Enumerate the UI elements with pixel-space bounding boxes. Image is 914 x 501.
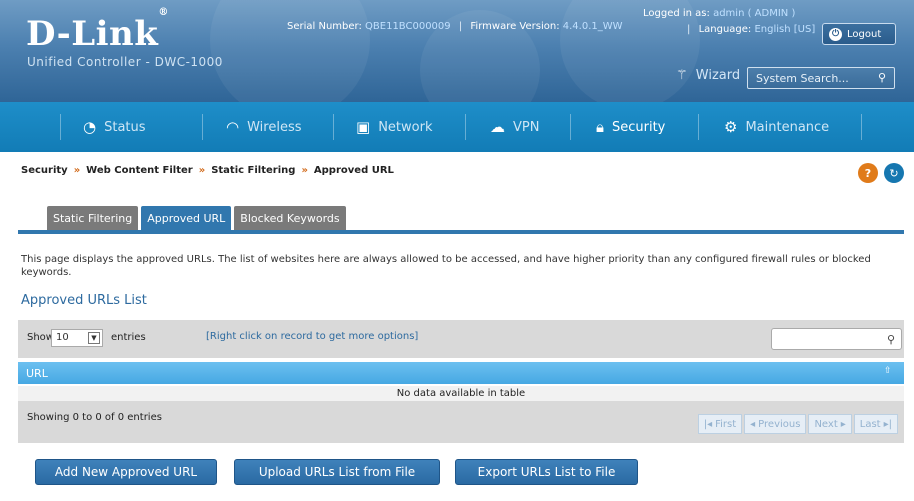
context-hint: [Right click on record to get more optio…: [206, 331, 419, 342]
power-icon: ⏻: [829, 27, 842, 41]
help-icon[interactable]: ?: [858, 163, 878, 183]
first-label: First: [715, 418, 737, 430]
lock-icon: 🔒︎: [596, 118, 604, 136]
first-page-button[interactable]: |◂ First: [697, 414, 743, 434]
header: D-Link® Unified Controller - DWC-1000 Se…: [0, 0, 914, 102]
chevron-down-icon: ▼: [88, 332, 100, 344]
language-info: | Language: English [US]: [687, 24, 816, 35]
table-footer: Showing 0 to 0 of 0 entries |◂ First ◂ Pre…: [18, 401, 904, 443]
nav-network[interactable]: ▣ Network: [356, 102, 432, 152]
section-title: Approved URLs List: [21, 293, 147, 308]
serial-value: QBE11BC000009: [365, 21, 451, 32]
add-approved-url-button[interactable]: Add New Approved URL: [35, 459, 217, 485]
wand-icon: ⚚: [676, 68, 688, 83]
breadcrumb-item[interactable]: Web Content Filter: [86, 165, 193, 176]
showing-info: Showing 0 to 0 of 0 entries: [27, 412, 162, 423]
tab-static-filtering[interactable]: Static Filtering: [47, 206, 139, 230]
logout-label: Logout: [847, 28, 882, 40]
device-info: Serial Number: QBE11BC000009 | Firmware …: [287, 21, 623, 32]
breadcrumb: Security» Web Content Filter» Static Filte…: [21, 165, 394, 176]
nav-status-label: Status: [104, 119, 146, 135]
breadcrumb-item[interactable]: Security: [21, 165, 68, 176]
show-label: Show: [27, 332, 54, 343]
logged-user: admin ( ADMIN ): [713, 8, 796, 19]
search-icon: ⚲: [886, 333, 895, 346]
next-label: Next: [814, 418, 838, 430]
nav-divider: [861, 114, 862, 140]
nav-wireless-label: Wireless: [247, 119, 302, 135]
monitor-icon: ▣: [356, 118, 371, 136]
breadcrumb-current: Approved URL: [313, 165, 394, 176]
dashboard-icon: ◔: [83, 118, 97, 136]
firmware-value: 4.4.0.1_WW: [562, 21, 623, 32]
tab-bar: Static Filtering Approved URL Blocked Ke…: [47, 206, 346, 230]
upload-urls-button[interactable]: Upload URLs List from File: [234, 459, 440, 485]
empty-table-row: No data available in table: [18, 386, 904, 402]
nav-vpn[interactable]: ☁ VPN: [490, 102, 539, 152]
last-page-button[interactable]: Last ▸|: [853, 414, 898, 434]
nav-divider: [465, 114, 466, 140]
first-icon: |◂: [703, 418, 713, 430]
nav-status[interactable]: ◔ Status: [83, 102, 146, 152]
last-label: Last: [859, 418, 881, 430]
nav-divider: [60, 114, 61, 140]
table-header-url[interactable]: URL ⇧: [18, 362, 904, 384]
nav-divider: [570, 114, 571, 140]
previous-icon: ◂: [750, 418, 756, 430]
logged-label: Logged in as:: [643, 8, 710, 19]
entries-select[interactable]: 10 ▼: [51, 329, 103, 347]
nav-vpn-label: VPN: [513, 119, 540, 135]
previous-page-button[interactable]: ◂ Previous: [744, 414, 807, 434]
wizard-label: Wizard: [695, 68, 741, 83]
tab-blocked-keywords[interactable]: Blocked Keywords: [234, 206, 346, 230]
serial-label: Serial Number:: [287, 21, 362, 32]
column-url-label: URL: [26, 367, 48, 380]
language-value[interactable]: English [US]: [754, 24, 815, 35]
login-info: Logged in as: admin ( ADMIN ): [643, 8, 795, 19]
search-icon[interactable]: ⚲: [878, 71, 886, 84]
sort-icon[interactable]: ⇧: [884, 366, 896, 378]
firmware-label: Firmware Version:: [470, 21, 560, 32]
nav-divider: [698, 114, 699, 140]
logout-button[interactable]: ⏻ Logout: [822, 23, 896, 45]
entries-value: 10: [56, 332, 69, 343]
nav-divider: [333, 114, 334, 140]
nav-network-label: Network: [378, 119, 433, 135]
previous-label: Previous: [758, 418, 801, 430]
header-decoration: [210, 0, 370, 102]
nav-divider: [202, 114, 203, 140]
tab-approved-url[interactable]: Approved URL: [141, 206, 232, 230]
system-search-input[interactable]: System Search... ⚲: [747, 67, 895, 89]
gears-icon: ⚙: [724, 118, 738, 136]
language-label: Language:: [698, 24, 752, 35]
table-toolbar: Show 10 ▼ entries [Right click on record…: [18, 320, 904, 358]
nav-wireless[interactable]: ◠ Wireless: [226, 102, 302, 152]
main-nav: ◔ Status ◠ Wireless ▣ Network ☁ VPN 🔒︎ S…: [0, 102, 914, 152]
pagination: |◂ First ◂ Previous Next ▸ Last ▸|: [697, 414, 898, 434]
tab-underline: [18, 230, 904, 234]
next-page-button[interactable]: Next ▸: [808, 414, 852, 434]
nav-security[interactable]: 🔒︎ Security: [596, 102, 665, 152]
table-search-input[interactable]: ⚲: [771, 328, 902, 350]
cloud-lock-icon: ☁: [490, 118, 505, 136]
export-urls-button[interactable]: Export URLs List to File: [455, 459, 638, 485]
wifi-icon: ◠: [226, 118, 240, 136]
nav-security-label: Security: [611, 119, 666, 135]
breadcrumb-item[interactable]: Static Filtering: [211, 165, 295, 176]
wizard-link[interactable]: ⚚ Wizard: [676, 68, 740, 83]
entries-label: entries: [111, 332, 146, 343]
dlink-logo: D-Link®: [26, 6, 169, 54]
system-search-placeholder: System Search...: [756, 72, 849, 85]
product-subtitle: Unified Controller - DWC-1000: [27, 55, 223, 69]
nav-maintenance[interactable]: ⚙ Maintenance: [724, 102, 829, 152]
next-icon: ▸: [840, 418, 846, 430]
page-description: This page displays the approved URLs. Th…: [21, 254, 871, 278]
last-icon: ▸|: [883, 418, 892, 430]
nav-maintenance-label: Maintenance: [745, 119, 830, 135]
refresh-icon[interactable]: ↻: [884, 163, 904, 183]
